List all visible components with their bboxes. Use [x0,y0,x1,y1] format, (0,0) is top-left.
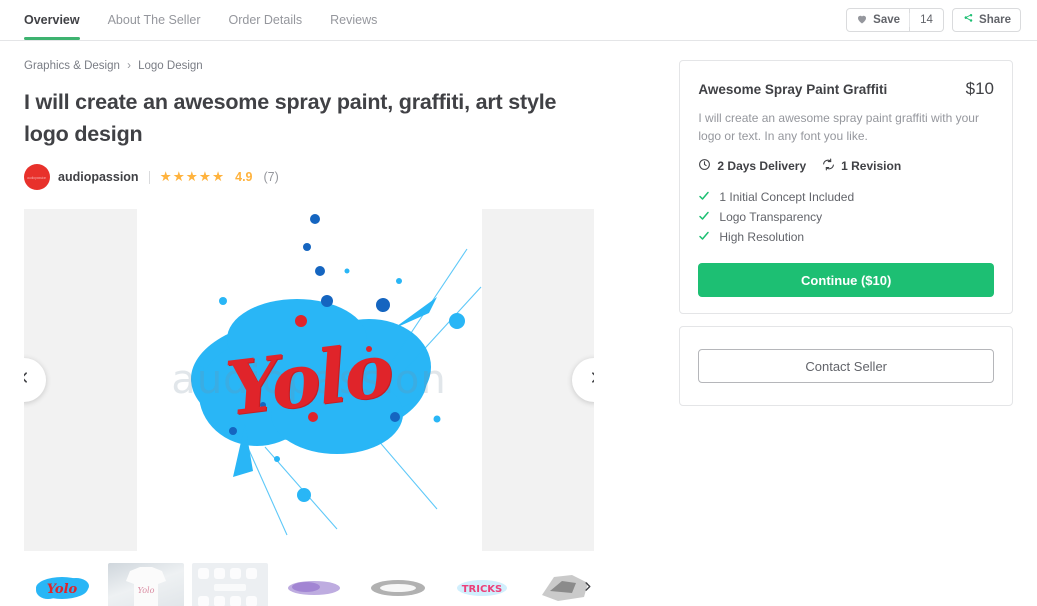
star-icon: ★ [185,169,198,185]
package-card: Awesome Spray Paint Graffiti $10 I will … [679,60,1013,314]
avatar-label: audiopassion [27,174,47,180]
thumb-pink-tricks-image: TRICKS [444,563,520,606]
share-icon [962,13,974,28]
tab-about-the-seller[interactable]: About The Seller [94,0,215,40]
star-icon: ★ [172,169,185,185]
rating-value: 4.9 [235,170,253,184]
gig-sidebar: Awesome Spray Paint Graffiti $10 I will … [679,41,1013,606]
package-title: Awesome Spray Paint Graffiti [698,82,888,97]
tab-reviews[interactable]: Reviews [316,0,391,40]
gallery-prev-button[interactable] [24,358,46,402]
breadcrumb: Graphics & Design › Logo Design [24,60,655,72]
thumb-gray-graffiti[interactable] [360,563,436,606]
thumb-yolo-splatter-image: Yolo [24,563,100,606]
save-count-badge[interactable]: 14 [909,8,945,32]
feature-label: Logo Transparency [719,210,823,224]
page-content: Graphics & Design › Logo Design I will c… [0,41,1037,606]
avatar[interactable]: audiopassion [24,164,50,190]
gallery-main-image[interactable]: audiopassion Yolo [136,209,482,551]
breadcrumb-separator: › [127,60,131,72]
rating-count: (7) [263,170,279,184]
tab-order-details-label: Order Details [228,13,303,27]
top-navigation-bar: Overview About The Seller Order Details … [0,0,1037,41]
feature-label: 1 Initial Concept Included [719,190,855,204]
contact-seller-card: Contact Seller [679,326,1013,406]
svg-text:TRICKS: TRICKS [462,584,503,595]
tab-overview-label: Overview [24,13,80,27]
check-icon [698,190,710,205]
thumb-tshirt-image: Yolo [108,563,184,606]
thumb-icon-grid-image [192,563,268,606]
gig-gallery: audiopassion Yolo [24,209,594,551]
chevron-right-icon [582,579,593,597]
feature-label: High Resolution [719,230,805,244]
save-button-label: Save [873,14,901,26]
save-count-value: 14 [920,14,933,26]
seller-divider [148,170,150,184]
svg-text:Yolo: Yolo [138,586,155,595]
seller-info-row: audiopassion audiopassion ★ ★ ★ ★ ★ 4.9 … [24,164,655,190]
share-button[interactable]: Share [952,8,1021,32]
page-title: I will create an awesome spray paint, gr… [24,90,557,146]
thumb-purple-graffiti-image [276,563,352,606]
heart-icon [856,13,868,28]
gig-main-column: Graphics & Design › Logo Design I will c… [24,41,655,606]
package-meta: 2 Days Delivery 1 Revision [698,158,994,174]
contact-seller-button[interactable]: Contact Seller [698,349,994,383]
thumb-icon-grid[interactable] [192,563,268,606]
package-price: $10 [965,79,994,98]
feature-item: High Resolution [698,227,994,247]
star-icon: ★ [198,169,212,185]
delivery-time: 2 Days Delivery [698,158,806,174]
revision-count-label: 1 Revision [841,159,902,173]
gallery-thumbnail-strip: Yolo Yolo TRICKS [24,563,604,606]
seller-name[interactable]: audiopassion [58,170,139,184]
package-features: 1 Initial Concept Included Logo Transpar… [698,187,994,247]
thumb-gray-graffiti-image [360,563,436,606]
delivery-time-label: 2 Days Delivery [717,159,807,173]
gallery-next-button[interactable] [572,358,594,402]
star-icon: ★ [159,169,172,185]
share-button-label: Share [979,14,1011,26]
package-header: Awesome Spray Paint Graffiti $10 [698,79,994,99]
feature-item: 1 Initial Concept Included [698,187,994,207]
refresh-icon [822,158,835,174]
thumb-purple-graffiti[interactable] [276,563,352,606]
tab-reviews-label: Reviews [330,13,378,27]
clock-icon [698,158,711,174]
svg-text:Yolo: Yolo [47,582,78,597]
tab-about-the-seller-label: About The Seller [107,13,201,27]
tab-order-details[interactable]: Order Details [214,0,316,40]
breadcrumb-category[interactable]: Graphics & Design [24,60,120,72]
feature-item: Logo Transparency [698,207,994,227]
chevron-left-icon [24,371,31,389]
tab-overview[interactable]: Overview [24,0,94,40]
check-icon [698,210,710,225]
gig-tabs: Overview About The Seller Order Details … [24,0,391,40]
top-action-buttons: Save 14 Share [846,8,1021,32]
thumb-tshirt-mockup[interactable]: Yolo [108,563,184,606]
continue-button[interactable]: Continue ($10) [698,263,994,297]
star-icon: ★ [212,169,225,185]
revision-count: 1 Revision [822,158,901,174]
breadcrumb-subcategory[interactable]: Logo Design [138,60,203,72]
save-button[interactable]: Save [846,8,911,32]
thumb-yolo-splatter[interactable]: Yolo [24,563,100,606]
thumbnails-next-button[interactable] [576,577,598,599]
check-icon [698,230,710,245]
package-description: I will create an awesome spray paint gra… [698,111,979,143]
chevron-right-icon [588,371,594,389]
thumb-pink-tricks[interactable]: TRICKS [444,563,520,606]
rating-stars: ★ ★ ★ ★ ★ [160,170,225,184]
